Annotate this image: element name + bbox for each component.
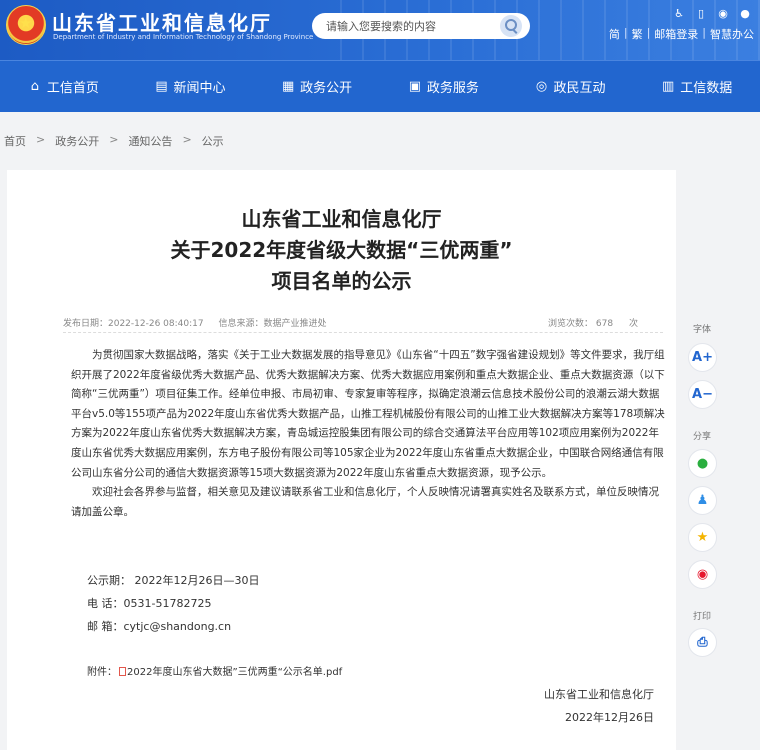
nav-item-gov-service[interactable]: ▣ 政务服务 [380,61,507,112]
email-login-link[interactable]: 邮箱登录 [654,26,698,42]
paragraph: 为贯彻国家大数据战略，落实《关于工业大数据发展的指导意见》《山东省“十四五”数字… [71,349,665,479]
attachment-link[interactable]: 2022年度山东省大数据”三优两重“公示名单.pdf [127,667,342,678]
nav-item-label: 新闻中心 [173,81,226,96]
font-increase-button[interactable]: A+ [688,343,717,372]
nav-item-gov-open[interactable]: ▦ 政务公开 [253,61,380,112]
nav-item-interaction[interactable]: ◎ 政民互动 [507,61,634,112]
weibo-share-icon[interactable]: ◉ [688,560,717,589]
article-panel: 山东省工业和信息化厅 关于2022年度省级大数据“三优两重” 项目名单的公示 发… [7,170,676,750]
view-count-unit: 次 [629,319,639,329]
chevron-right-icon: > [36,133,46,146]
interaction-icon: ◎ [535,78,548,94]
title-line: 项目名单的公示 [271,269,412,293]
info-source: 信息来源：数据产业推进处 [218,319,327,329]
nav-item-label: 工信数据 [680,81,733,96]
divider: | [646,26,651,39]
print-label: 打印 [692,612,711,622]
divider: | [623,26,628,39]
nav-item-data[interactable]: ▥ 工信数据 [633,61,760,112]
wechat-share-icon[interactable]: ● [688,449,717,478]
news-icon: ▤ [155,78,168,94]
breadcrumb: 首页 > 政务公开 > 通知公告 > 公示 [4,133,224,149]
contact-email: 邮 箱：cytjc@shandong.cn [87,620,232,633]
nav-item-label: 政民互动 [553,81,606,96]
font-label: 字体 [692,325,711,335]
chevron-right-icon: > [109,133,119,146]
search-input[interactable] [326,19,500,33]
title-line: 关于2022年度省级大数据“三优两重” [170,238,513,262]
breadcrumb-gov-open[interactable]: 政务公开 [55,133,99,149]
site-header: 山东省工业和信息化厅 Department of Industry and In… [0,0,760,60]
font-decrease-button[interactable]: A− [688,380,717,409]
site-title[interactable]: 山东省工业和信息化厅 [52,7,272,36]
nav-item-label: 工信首页 [46,81,99,96]
article-meta: 发布日期：2022-12-26 08:40:17 信息来源：数据产业推进处 浏览… [63,316,643,329]
signature: 山东省工业和信息化厅 [544,688,654,701]
attachment: 附件： 2022年度山东省大数据”三优两重“公示名单.pdf [87,663,342,678]
simplified-chinese-link[interactable]: 简 [609,26,620,42]
nav-item-news[interactable]: ▤ 新闻中心 [127,61,254,112]
accessibility-tools: ♿ ▯ ◉ ● [672,6,752,20]
main-nav: ⌂ 工信首页 ▤ 新闻中心 ▦ 政务公开 ▣ 政务服务 ◎ 政民互动 ▥ 工信数据 [0,60,760,112]
attachment-label: 附件： [87,667,117,678]
pdf-icon [119,667,126,676]
accessibility-icon[interactable]: ♿ [672,6,686,20]
data-icon: ▥ [662,78,675,94]
nav-item-label: 政务服务 [426,81,479,96]
breadcrumb-notices[interactable]: 通知公告 [128,133,172,149]
chevron-right-icon: > [182,133,192,146]
title-line: 山东省工业和信息化厅 [241,207,442,231]
smart-office-link[interactable]: 智慧办公 [710,26,754,42]
article-body: 为贯彻国家大数据战略，落实《关于工业大数据发展的指导意见》《山东省“十四五”数字… [71,346,665,522]
qq-share-icon[interactable]: ♟ [688,486,717,515]
national-emblem-logo[interactable] [6,5,46,45]
contact-phone: 电 话：0531-51782725 [87,597,212,610]
article-title: 山东省工业和信息化厅 关于2022年度省级大数据“三优两重” 项目名单的公示 [7,204,676,297]
divider: | [702,26,706,39]
breadcrumb-current[interactable]: 公示 [202,133,224,149]
paragraph: 欢迎社会各界参与监督，相关意见及建议请联系省工业和信息化厅，个人反映情况请署真实… [71,486,659,518]
top-links: 简 | 繁 | 邮箱登录 | 智慧办公 [609,26,754,42]
publish-date: 发布日期：2022-12-26 08:40:17 [63,319,204,329]
qzone-share-icon[interactable]: ★ [688,523,717,552]
signature-date: 2022年12月26日 [565,711,654,724]
divider [63,332,663,333]
search-icon[interactable] [500,15,522,37]
mobile-icon[interactable]: ▯ [694,6,708,20]
print-icon[interactable]: ⎙ [688,628,717,657]
home-icon: ⌂ [30,78,39,94]
search-box [312,13,530,39]
site-subtitle: Department of Industry and Information T… [53,33,314,41]
view-count: 浏览次数： 678 [548,319,614,329]
nav-item-home[interactable]: ⌂ 工信首页 [0,61,127,112]
breadcrumb-home[interactable]: 首页 [4,133,26,149]
traditional-chinese-link[interactable]: 繁 [632,26,643,42]
nav-item-label: 政务公开 [300,81,353,96]
wechat-icon[interactable]: ● [738,6,752,20]
share-label: 分享 [692,432,711,442]
publicity-period: 公示期： 2022年12月26日—30日 [87,574,260,587]
weibo-icon[interactable]: ◉ [716,6,730,20]
service-icon: ▣ [408,78,421,94]
government-icon: ▦ [282,78,295,94]
